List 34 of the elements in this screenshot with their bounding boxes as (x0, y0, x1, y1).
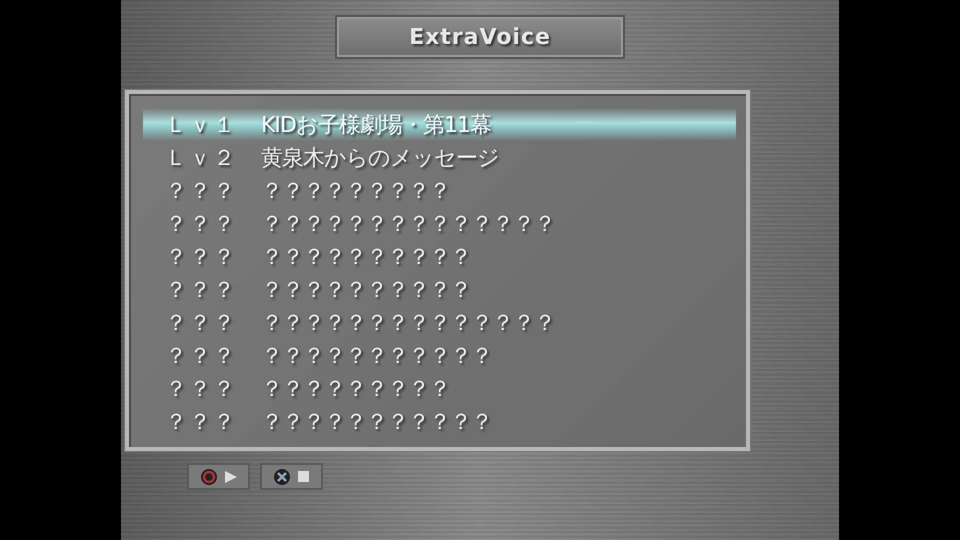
level-label: ？？？ (165, 376, 238, 404)
voice-title: ？？？？？？？？？？？ (261, 342, 492, 370)
voice-list-item[interactable]: ？？？ ？？？？？？？？？？？？？？ (143, 207, 736, 240)
voice-list-item[interactable]: ？？？ ？？？？？？？？？ (143, 372, 736, 405)
level-label: Ｌｖ１ (165, 112, 238, 140)
voice-title: KIDお子様劇場・第11幕 (261, 112, 491, 140)
level-label: ？？？ (165, 310, 238, 338)
play-icon (224, 470, 238, 484)
level-label: ？？？ (165, 276, 238, 304)
voice-list-item[interactable]: ？？？ ？？？？？？？？？？？ (143, 339, 736, 372)
voice-title: ？？？？？？？？？ (261, 178, 450, 206)
voice-list-item[interactable]: ？？？ ？？？？？？？？？？ (143, 273, 736, 306)
level-label: ？？？ (165, 342, 238, 370)
circle-icon (200, 468, 218, 486)
level-label: ？？？ (165, 178, 238, 206)
voice-title: ？？？？？？？？？？？ (261, 408, 492, 436)
level-label: ？？？ (165, 244, 238, 272)
voice-list-item[interactable]: Ｌｖ２ 黄泉木からのメッセージ (143, 141, 736, 174)
voice-title: ？？？？？？？？？ (261, 376, 450, 404)
level-label: ？？？ (165, 408, 238, 436)
voice-list-item[interactable]: ？？？ ？？？？？？？？？？？？？？ (143, 306, 736, 339)
voice-title: ？？？？？？？？？？ (261, 276, 471, 304)
voice-title: ？？？？？？？？？？？？？？ (261, 210, 555, 238)
voice-title: ？？？？？？？？？？ (261, 244, 471, 272)
screen-title: ExtraVoice (335, 15, 625, 59)
voice-list-item[interactable]: ？？？ ？？？？？？？？？？ (143, 240, 736, 273)
voice-list-item[interactable]: ？？？ ？？？？？？？？？？？ (143, 405, 736, 438)
voice-list-item[interactable]: ？？？ ？？？？？？？？？ (143, 174, 736, 207)
voice-title: 黄泉木からのメッセージ (261, 144, 499, 172)
level-label: Ｌｖ２ (165, 144, 238, 172)
stop-icon (297, 470, 310, 483)
voice-title: ？？？？？？？？？？？？？？ (261, 310, 555, 338)
level-label: ？？？ (165, 210, 238, 238)
cross-icon (273, 468, 291, 486)
